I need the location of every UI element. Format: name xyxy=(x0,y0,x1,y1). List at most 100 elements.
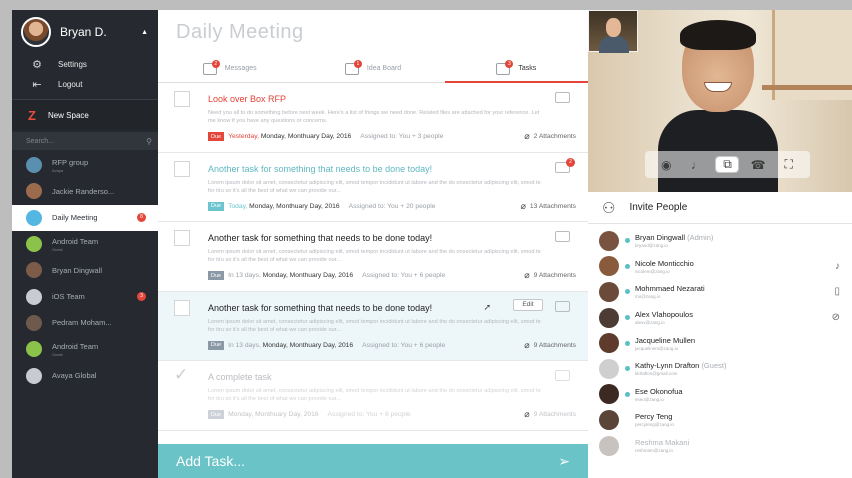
online-status-dot xyxy=(625,315,630,321)
space-sub: Guest xyxy=(52,246,63,252)
settings-menu-item[interactable]: ⚙ Settings xyxy=(12,54,158,74)
space-name: Android Team xyxy=(52,236,99,246)
search-icon[interactable]: ⚲ xyxy=(146,137,152,146)
search-input[interactable]: Search... ⚲ xyxy=(12,132,158,150)
avatar xyxy=(26,183,42,200)
task-item[interactable]: Another task for something that needs to… xyxy=(158,222,588,292)
assigned-to[interactable]: Assigned to: You + 6 people xyxy=(362,272,445,279)
task-item[interactable]: Look over Box RFP Need you all to do som… xyxy=(158,83,588,153)
task-checkbox[interactable] xyxy=(174,230,190,246)
avatar xyxy=(599,358,619,379)
task-checkbox[interactable] xyxy=(174,160,190,177)
task-meta: Due Today, Monday, Monthuary Day, 2016 A… xyxy=(208,201,576,211)
camera-icon[interactable]: ◉ xyxy=(655,158,677,172)
video-call[interactable]: ◉ ♩ ⧉ ☎ ⛶ xyxy=(588,10,852,192)
new-space-button[interactable]: Z New Space xyxy=(12,100,158,130)
comment-icon[interactable] xyxy=(555,370,570,381)
person-row[interactable]: Percy Teng percyteng@zang.io xyxy=(588,407,852,433)
space-item-android-team[interactable]: Android Team Guest xyxy=(12,231,158,257)
online-status-dot xyxy=(625,366,630,372)
due-badge: Due xyxy=(208,201,225,211)
person-email: eseo@zang.io xyxy=(635,396,664,402)
assigned-to[interactable]: Assigned to: You + 20 people xyxy=(349,203,436,210)
add-task-input[interactable]: Add Task... ➢ xyxy=(158,444,588,478)
task-checkbox[interactable] xyxy=(174,91,190,107)
microphone-muted-icon[interactable]: ♪ xyxy=(835,261,840,272)
attachments-link[interactable]: ⌀ 9 Attachments xyxy=(524,270,576,281)
space-item-bryan-dingwall[interactable]: Bryan Dingwall xyxy=(12,257,158,283)
space-item-ios-team[interactable]: iOS Team 3 xyxy=(12,283,158,309)
task-description: Lorem ipsum dolor sit amet, consectetur … xyxy=(208,179,541,194)
space-name: Pedram Moham... xyxy=(52,318,112,328)
tab-messages[interactable]: 2 Messages xyxy=(158,55,301,82)
send-icon[interactable]: ➢ xyxy=(558,453,570,470)
attachments-count: 2 Attachments xyxy=(533,133,576,140)
right-panel: ◉ ♩ ⧉ ☎ ⛶ ⚇ Invite People Bryan Dingwall… xyxy=(588,10,852,478)
attachments-link[interactable]: ⌀ 9 Attachments xyxy=(524,340,576,351)
hang-up-icon[interactable]: ☎ xyxy=(747,158,769,172)
tab-tasks[interactable]: 3 Tasks xyxy=(444,55,588,83)
avatar xyxy=(599,281,619,302)
paperclip-icon: ⌀ xyxy=(524,270,530,280)
profile-header[interactable]: Bryan D. ▲ xyxy=(12,10,158,54)
task-title[interactable]: A complete task xyxy=(208,372,538,382)
task-title[interactable]: Another task for something that needs to… xyxy=(208,233,538,243)
logout-menu-item[interactable]: ⇤ Logout xyxy=(12,74,158,94)
people-list: Bryan Dingwall (Admin) bryand@zang.io Nic… xyxy=(588,224,852,458)
task-meta: Due Monday, Monthuary Day, 2016 Assigned… xyxy=(208,409,576,419)
phone-icon[interactable]: ▯ xyxy=(834,286,840,297)
caret-up-icon[interactable]: ▲ xyxy=(141,29,148,36)
assigned-to[interactable]: Assigned to: You + 6 people xyxy=(362,342,445,349)
comment-icon[interactable] xyxy=(555,300,570,312)
due-badge: Due xyxy=(208,410,225,419)
person-name: Alex Vlahopoulos xyxy=(635,310,693,320)
paperclip-icon: ⌀ xyxy=(524,339,530,350)
assigned-to[interactable]: Assigned to: You + 6 people xyxy=(328,411,411,418)
comment-icon[interactable]: 2 xyxy=(555,157,575,173)
zang-logo-icon: Z xyxy=(28,107,36,123)
task-meta: Due In 13 days, Monday, Monthuary Day, 2… xyxy=(208,340,576,350)
attachments-link[interactable]: ⌀ 13 Attachments xyxy=(520,201,576,212)
video-off-icon[interactable]: ⊘ xyxy=(832,312,840,323)
task-title[interactable]: Look over Box RFP xyxy=(208,94,538,104)
tab-idea-board[interactable]: 1 Idea Board xyxy=(301,55,444,82)
microphone-icon[interactable]: ♩ xyxy=(686,158,708,172)
checkmark-icon[interactable]: ✓ xyxy=(174,365,188,385)
add-task-placeholder: Add Task... xyxy=(176,453,246,469)
task-title[interactable]: Another task for something that needs to… xyxy=(208,164,538,174)
space-item-jackie[interactable]: Jackie Randerso... xyxy=(12,178,158,204)
space-name: Jackie Randerso... xyxy=(52,186,115,196)
task-item[interactable]: Another task for something that needs to… xyxy=(158,153,588,222)
person-row[interactable]: Ese Okonofua eseo@zang.io xyxy=(588,382,852,408)
invite-people-button[interactable]: ⚇ Invite People xyxy=(588,192,852,224)
task-checkbox[interactable] xyxy=(174,299,190,316)
person-row[interactable]: Kathy-Lynn Drafton (Guest) kldrafton@gmai… xyxy=(588,356,852,382)
task-item[interactable]: ✓ A complete task Lorem ipsum dolor sit … xyxy=(158,361,588,431)
screen-share-icon[interactable]: ⧉ xyxy=(715,156,740,173)
attachments-link[interactable]: ⌀ 2 Attachments xyxy=(524,131,576,142)
task-item[interactable]: Another task for something that needs to… xyxy=(158,291,588,361)
person-row[interactable]: Alex Vlahopoulos alexv@zang.io ⊘ xyxy=(588,305,852,331)
space-item-avaya-global[interactable]: Avaya Global xyxy=(12,362,158,388)
person-row[interactable]: Bryan Dingwall (Admin) bryand@zang.io xyxy=(588,228,852,254)
person-role: (Admin) xyxy=(687,233,714,243)
fullscreen-icon[interactable]: ⛶ xyxy=(778,157,800,172)
space-item-pedram[interactable]: Pedram Moham... xyxy=(12,310,158,336)
comment-icon[interactable] xyxy=(555,92,570,103)
self-view-video[interactable] xyxy=(588,10,638,53)
assigned-to[interactable]: Assigned to: You + 3 people xyxy=(360,133,443,140)
edit-button[interactable]: Edit xyxy=(513,298,543,311)
person-row[interactable]: Mohmmaed Nezarati mo@zang.io ▯ xyxy=(588,279,852,305)
person-row[interactable]: Nicole Monticchio nicolem@zang.io ♪ xyxy=(588,254,852,280)
space-item-daily-meeting[interactable]: Daily Meeting 8 xyxy=(12,204,158,231)
person-row[interactable]: Reshma Makani reshmam@zang.io xyxy=(588,433,852,459)
comment-icon[interactable] xyxy=(555,231,570,242)
due-date: Monday, Monthuary Day, 2016 xyxy=(249,202,340,210)
person-row[interactable]: Jacqueline Mullen jacquelinem@zang.io xyxy=(588,330,852,356)
attachments-link[interactable]: ⌀ 9 Attachments xyxy=(524,409,576,420)
space-item-android-team-2[interactable]: Android Team Guest xyxy=(12,336,158,362)
person-email: kldrafton@gmail.com xyxy=(635,371,678,377)
space-item-rfp-group[interactable]: RFP group Avaya xyxy=(12,152,158,178)
online-status-dot xyxy=(625,340,630,346)
tab-label: Idea Board xyxy=(366,65,402,72)
